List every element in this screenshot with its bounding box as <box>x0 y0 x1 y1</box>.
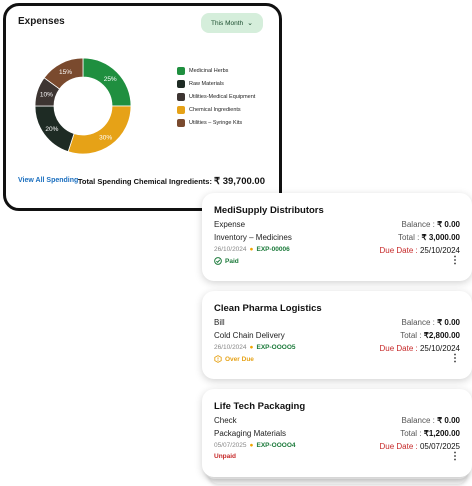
view-all-spending-link[interactable]: View All Spending <box>18 177 78 184</box>
expenses-title: Expenses <box>18 16 65 27</box>
expenses-card: Expenses This Month ⌄ 25% 30% 20% 10% 15% Me… <box>3 3 282 211</box>
due-value: 05/07/2025 <box>419 442 460 451</box>
vendor-name: Clean Pharma Logistics <box>214 303 322 314</box>
more-options-icon[interactable]: ⋮ <box>450 452 460 462</box>
expense-type: Check <box>214 416 237 425</box>
vendor-name: MediSupply Distributors <box>214 205 324 216</box>
total-label: Total : <box>400 429 422 438</box>
status-badge: Unpaid <box>214 453 236 460</box>
legend-swatch <box>177 118 185 127</box>
due-value: 25/10/2024 <box>419 246 460 255</box>
expense-meta: 26/10/2024 ● EXP-OOOO5 <box>214 344 296 351</box>
slice-percent-label: 30% <box>99 134 112 141</box>
expense-type: Bill <box>214 318 225 327</box>
total: Total : ₹1,200.00 <box>400 429 460 438</box>
balance-value: ₹ 0.00 <box>437 220 460 229</box>
balance-label: Balance : <box>401 416 435 425</box>
slice-percent-label: 15% <box>59 69 72 76</box>
legend-swatch <box>177 79 185 88</box>
expense-meta: 26/10/2024 ● EXP-00006 <box>214 246 290 253</box>
legend-swatch <box>177 105 185 114</box>
legend-label: Chemical Ingredients <box>189 106 241 113</box>
expense-category: Packaging Materials <box>214 429 287 438</box>
legend-swatch <box>177 92 185 101</box>
due-label: Due Date : <box>379 442 418 451</box>
period-dropdown[interactable]: This Month ⌄ <box>201 13 263 33</box>
balance: Balance : ₹ 0.00 <box>402 318 460 327</box>
slice-percent-label: 10% <box>40 91 53 98</box>
expense-code: EXP-OOOO4 <box>256 442 296 449</box>
legend-item: Raw Materials <box>177 77 255 90</box>
balance-label: Balance : <box>401 220 435 229</box>
total-spending-value: ₹ 39,700.00 <box>214 176 265 187</box>
donut-slice <box>67 105 132 155</box>
expense-meta: 05/07/2025 ● EXP-OOOO4 <box>214 442 296 449</box>
expense-card[interactable]: Life Tech Packaging Check Packaging Mate… <box>202 389 472 477</box>
balance-value: ₹ 0.00 <box>437 416 460 425</box>
status-badge: Over Due <box>214 355 254 363</box>
expense-code: EXP-OOOO5 <box>256 344 296 351</box>
total-label: Total : <box>400 331 422 340</box>
dot-separator: ● <box>249 344 254 351</box>
expenses-donut-chart: 25% 30% 20% 10% 15% <box>34 57 132 155</box>
due-date: Due Date : 25/10/2024 <box>379 344 460 353</box>
total-label: Total : <box>397 233 420 242</box>
expense-card[interactable]: Clean Pharma Logistics Bill Cold Chain D… <box>202 291 472 379</box>
expense-list: MediSupply Distributors Expense Inventor… <box>202 193 472 477</box>
expense-category: Cold Chain Delivery <box>214 331 285 340</box>
legend-item: Utilities – Syringe Kits <box>177 116 255 129</box>
legend-label: Raw Materials <box>189 80 224 87</box>
expense-type: Expense <box>214 220 246 229</box>
expense-code: EXP-00006 <box>256 246 290 253</box>
total: Total : ₹ 3,000.00 <box>398 233 460 242</box>
overdue-icon <box>214 355 222 363</box>
balance: Balance : ₹ 0.00 <box>402 416 460 425</box>
status-label: Paid <box>225 257 239 265</box>
total-value: ₹2,800.00 <box>423 331 460 340</box>
total: Total : ₹2,800.00 <box>400 331 460 340</box>
legend-item: Utilities-Medical Equipment <box>177 90 255 103</box>
dot-separator: ● <box>249 246 254 253</box>
legend-swatch <box>177 66 185 75</box>
due-value: 25/10/2024 <box>419 344 460 353</box>
total-spending-label: Total Spending Chemical Ingredients: <box>77 177 212 186</box>
dot-separator: ● <box>249 442 254 449</box>
balance-value: ₹ 0.00 <box>437 318 460 327</box>
legend-item: Medicinal Herbs <box>177 64 255 77</box>
due-label: Due Date : <box>379 246 418 255</box>
total-value: ₹ 3,000.00 <box>421 233 460 242</box>
total-spending: Total Spending Chemical Ingredients: ₹ 3… <box>78 176 265 187</box>
due-date: Due Date : 05/07/2025 <box>379 442 460 451</box>
total-value: ₹1,200.00 <box>423 429 460 438</box>
expense-date: 26/10/2024 <box>214 246 247 253</box>
expense-date: 26/10/2024 <box>214 344 247 351</box>
balance-label: Balance : <box>401 318 435 327</box>
legend-label: Utilities-Medical Equipment <box>189 93 256 100</box>
due-date: Due Date : 25/10/2024 <box>379 246 460 255</box>
check-circle-icon <box>214 257 222 265</box>
more-options-icon[interactable]: ⋮ <box>450 256 460 266</box>
status-label: Unpaid <box>214 453 237 460</box>
due-label: Due Date : <box>379 344 418 353</box>
expense-category: Inventory – Medicines <box>214 233 292 242</box>
chart-legend: Medicinal Herbs Raw Materials Utilities-… <box>177 64 255 129</box>
legend-label: Medicinal Herbs <box>189 67 229 74</box>
balance: Balance : ₹ 0.00 <box>402 220 460 229</box>
legend-label: Utilities – Syringe Kits <box>189 119 243 126</box>
status-badge: Paid <box>214 257 239 265</box>
chevron-down-icon: ⌄ <box>247 20 254 27</box>
legend-item: Chemical Ingredients <box>177 103 255 116</box>
expense-date: 05/07/2025 <box>214 442 247 449</box>
more-options-icon[interactable]: ⋮ <box>450 354 460 364</box>
slice-percent-label: 20% <box>45 126 58 133</box>
slice-percent-label: 25% <box>104 76 117 83</box>
vendor-name: Life Tech Packaging <box>214 401 306 412</box>
expense-card[interactable]: MediSupply Distributors Expense Inventor… <box>202 193 472 281</box>
period-label: This Month <box>210 19 244 27</box>
status-label: Over Due <box>225 355 254 363</box>
